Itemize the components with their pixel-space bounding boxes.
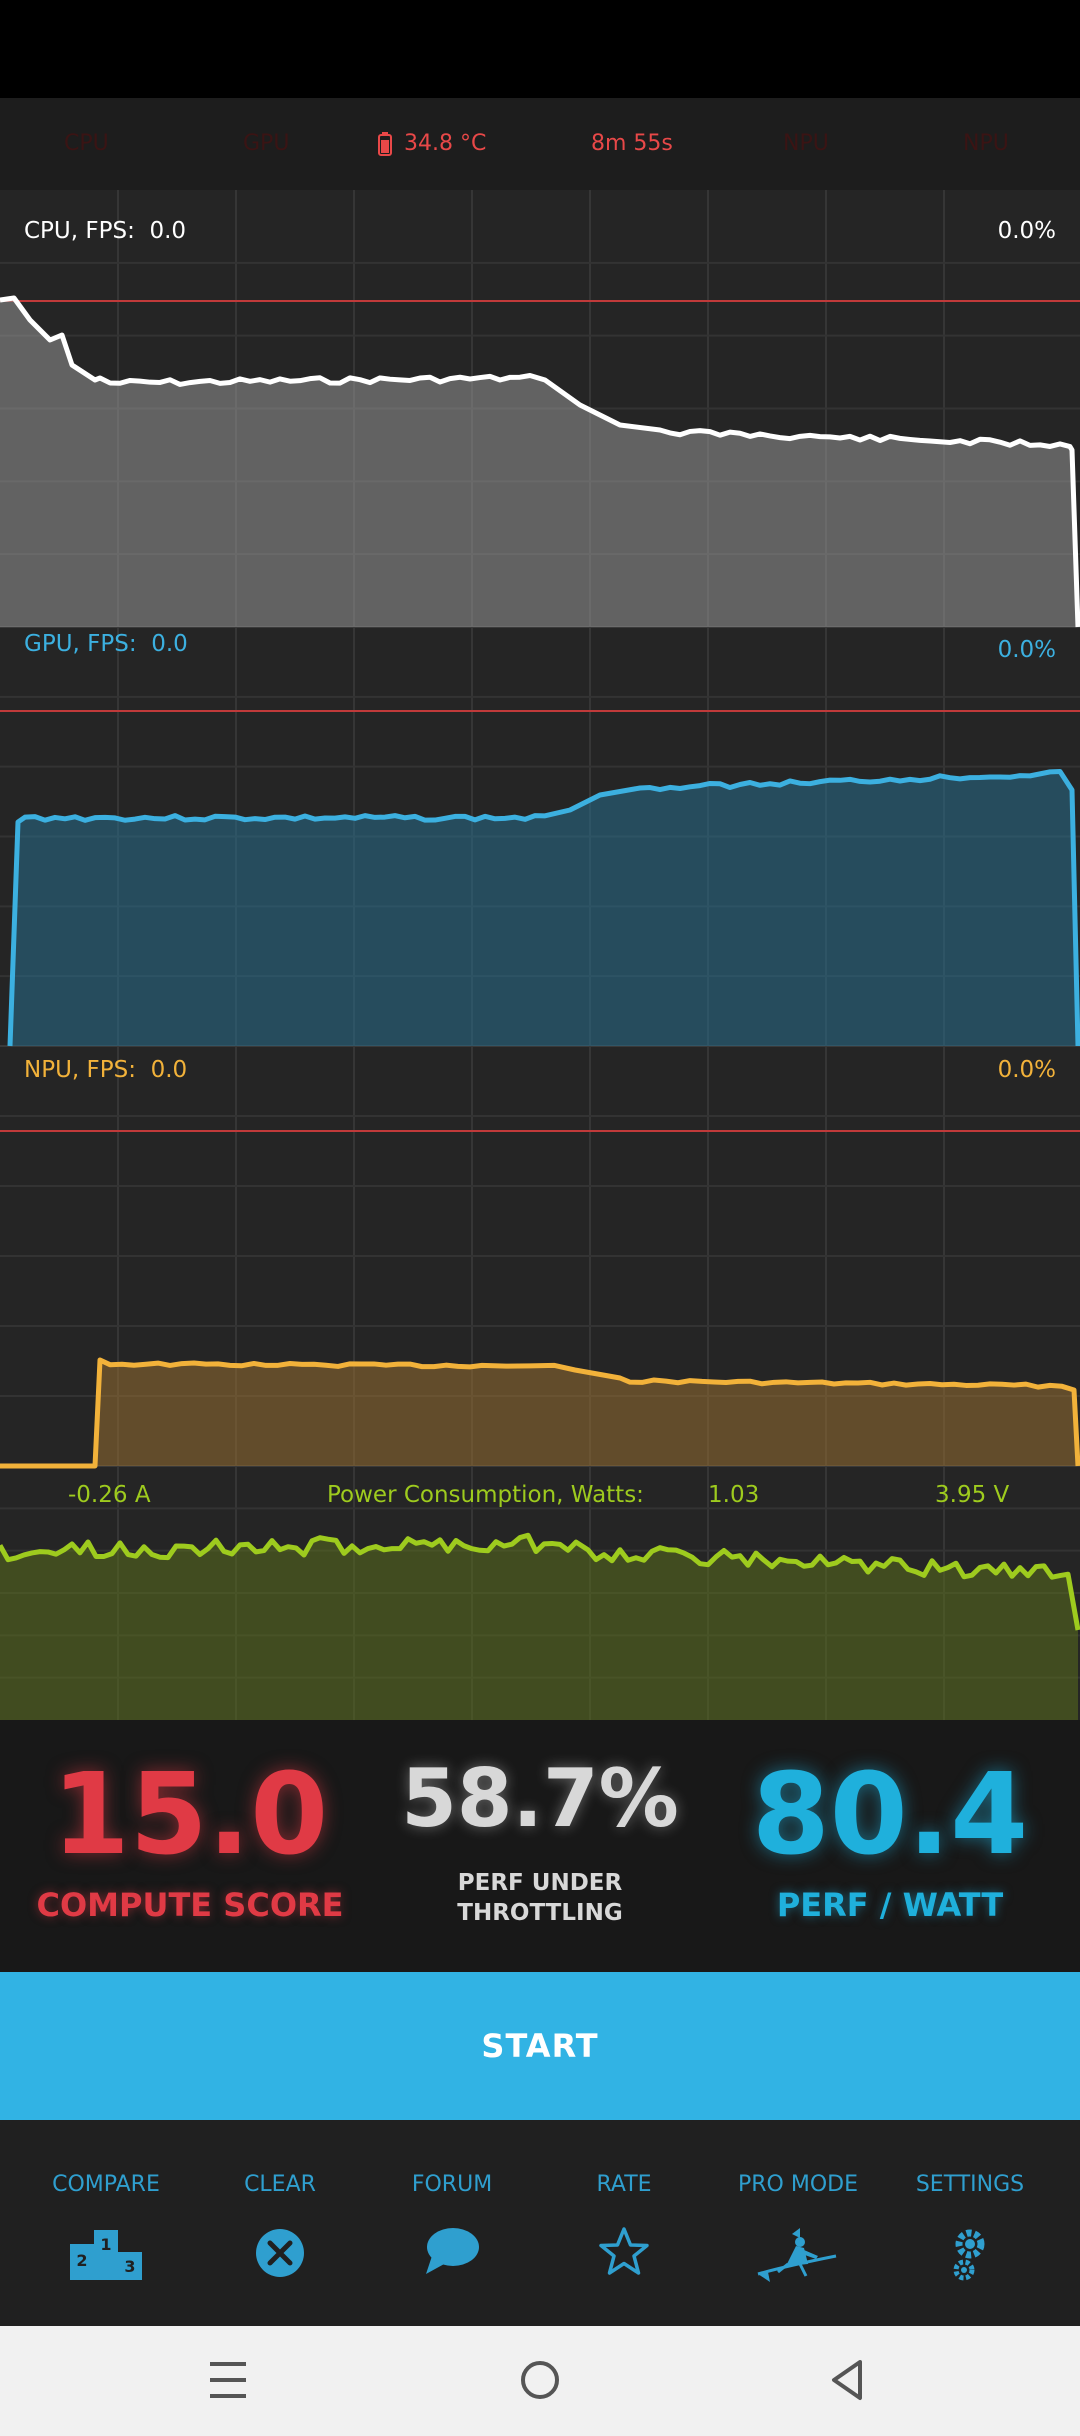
nav-clear-label: CLEAR xyxy=(244,2172,316,2197)
npu-fps-value: 0.0 xyxy=(150,1057,188,1083)
clear-icon xyxy=(256,2229,304,2277)
cpu-fps-value: 0.0 xyxy=(149,218,187,244)
nav-settings[interactable]: SETTINGS xyxy=(884,2120,1056,2326)
npu-graph-label: NPU, FPS: 0.0 xyxy=(24,1057,187,1083)
throttling-label-line-1: PERF UNDER xyxy=(457,1870,623,1896)
nav-settings-label: SETTINGS xyxy=(915,2172,1025,2197)
nav-pro-mode-label: PRO MODE xyxy=(737,2172,858,2197)
recents-icon[interactable] xyxy=(208,2358,248,2402)
nav-compare[interactable]: COMPARE 2 1 3 xyxy=(20,2120,192,2326)
npu-strip-label-1: NPU xyxy=(783,131,829,156)
throttling-label: PERF UNDER THROTTLING xyxy=(390,1868,690,1928)
chat-bubble-icon xyxy=(426,2228,479,2274)
gpu-series-area xyxy=(10,771,1078,1046)
npu-strip-label-2: NPU xyxy=(963,131,1009,156)
svg-text:2: 2 xyxy=(76,2251,87,2270)
cpu-series-area xyxy=(0,298,1078,627)
svg-text:3: 3 xyxy=(124,2257,135,2276)
power-watts: 1.03 xyxy=(708,1482,760,1508)
nav-rate[interactable]: RATE xyxy=(538,2120,710,2326)
npu-fps-label: NPU, FPS: xyxy=(24,1057,136,1083)
npu-series-area xyxy=(0,1360,1078,1466)
power-label: Power Consumption, Watts: xyxy=(327,1482,644,1508)
battery-temperature: 34.8 °C xyxy=(378,98,486,190)
svg-text:1: 1 xyxy=(100,2235,111,2254)
cpu-percent: 0.0% xyxy=(997,218,1056,244)
start-button[interactable]: START xyxy=(0,1972,1080,2120)
nav-pro-mode[interactable]: PRO MODE xyxy=(712,2120,884,2326)
star-icon xyxy=(599,2227,649,2275)
cpu-graph-label: CPU, FPS: 0.0 xyxy=(24,218,186,244)
compute-score-value: 15.0 xyxy=(51,1750,329,1880)
cpu-strip-label: CPU xyxy=(64,131,109,156)
gpu-graph-label: GPU, FPS: 0.0 xyxy=(24,631,188,657)
nav-forum-label: FORUM xyxy=(411,2172,493,2197)
gpu-percent: 0.0% xyxy=(997,637,1056,663)
power-voltage: 3.95 V xyxy=(935,1482,1010,1508)
elapsed-time: 8m 55s xyxy=(591,131,673,156)
nav-clear[interactable]: CLEAR xyxy=(194,2120,366,2326)
status-bar xyxy=(0,0,1080,98)
battery-temp-value: 34.8 °C xyxy=(404,131,487,156)
nav-rate-label: RATE xyxy=(596,2172,652,2197)
nav-forum[interactable]: FORUM xyxy=(366,2120,538,2326)
nav-compare-label: COMPARE xyxy=(52,2172,160,2197)
power-series-area xyxy=(0,1535,1078,1720)
podium-icon: 2 1 3 xyxy=(70,2230,142,2280)
cpu-fps-label: CPU, FPS: xyxy=(24,218,135,244)
gpu-strip-label: GPU xyxy=(243,131,290,156)
npu-percent: 0.0% xyxy=(997,1057,1056,1083)
perf-per-watt-label: PERF / WATT xyxy=(776,1886,1004,1924)
home-icon[interactable] xyxy=(520,2360,560,2400)
throttling-label-line-2: THROTTLING xyxy=(457,1900,623,1926)
gpu-fps-label: GPU, FPS: xyxy=(24,631,137,657)
gpu-fps-value: 0.0 xyxy=(151,631,188,657)
witch-icon xyxy=(757,2228,837,2282)
compute-score-label: COMPUTE SCORE xyxy=(36,1886,344,1924)
gears-icon xyxy=(953,2229,985,2281)
perf-per-watt-value: 80.4 xyxy=(751,1750,1029,1880)
power-current: -0.26 A xyxy=(68,1482,151,1508)
top-info-strip xyxy=(0,98,1080,190)
battery-icon xyxy=(378,132,392,156)
back-icon[interactable] xyxy=(828,2358,868,2402)
throttling-value: 58.7% xyxy=(401,1752,679,1845)
